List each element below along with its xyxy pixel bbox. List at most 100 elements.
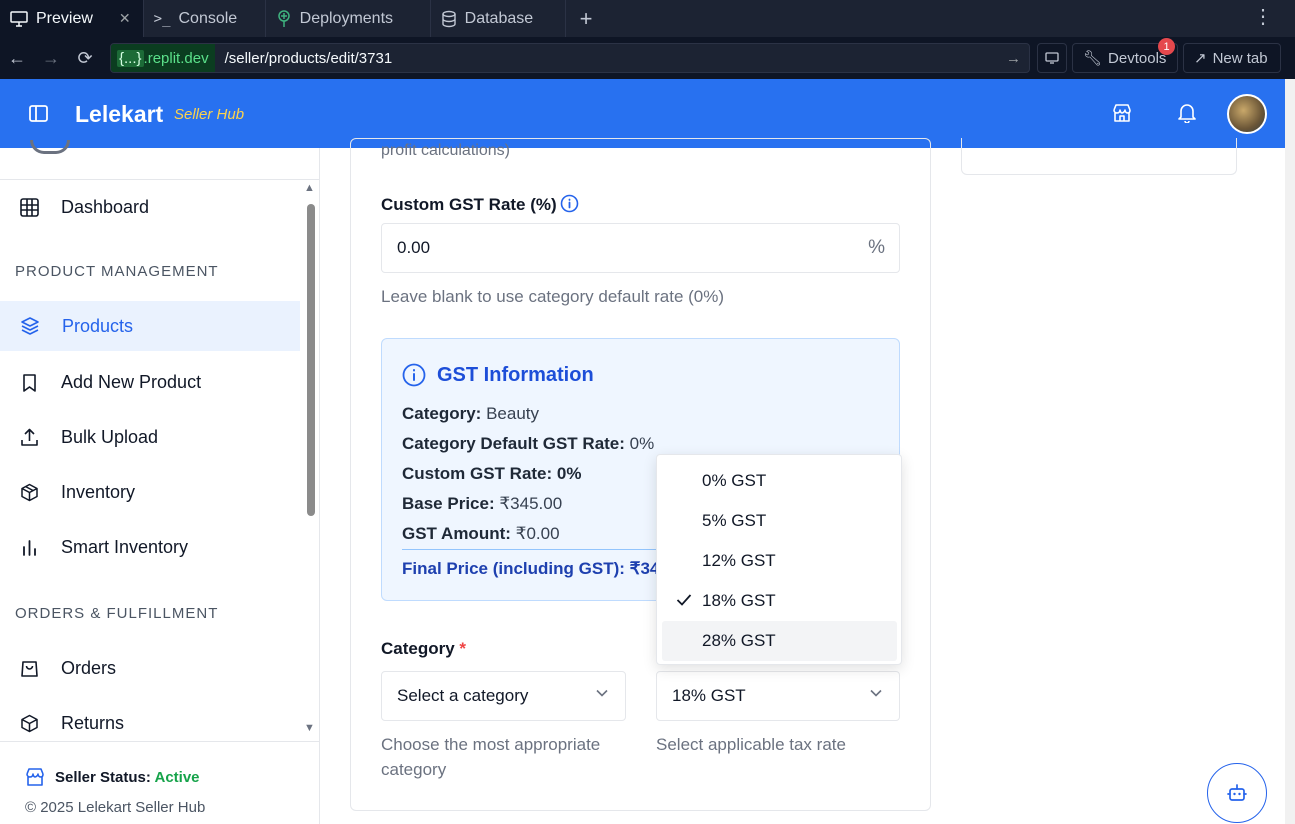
tab-deployments[interactable]: Deployments	[266, 0, 431, 37]
bot-icon	[1227, 784, 1247, 801]
returns-package-icon	[21, 714, 38, 732]
tab-console[interactable]: >_ Console	[144, 0, 266, 37]
gst-row-value: ₹0.00	[515, 524, 560, 543]
custom-gst-value: 0.00	[397, 238, 431, 257]
sidebar-footer-divider	[0, 741, 319, 742]
sidebar-item-label: Dashboard	[61, 196, 150, 217]
gst-row-default-rate: Category Default GST Rate: 0%	[402, 434, 654, 454]
tax-option-18[interactable]: 18% GST	[662, 581, 897, 621]
sidebar-item-label: Bulk Upload	[61, 426, 159, 447]
devtools-label: Devtools	[1108, 49, 1167, 67]
scroll-up-icon[interactable]: ▲	[304, 182, 315, 194]
gst-row-base-price: Base Price: ₹345.00	[402, 494, 562, 514]
screen-button[interactable]	[1037, 43, 1067, 73]
sidebar-item-orders[interactable]: Orders	[0, 643, 300, 693]
category-select[interactable]: Select a category	[381, 671, 626, 721]
brand-subtitle: Seller Hub	[174, 106, 245, 123]
database-icon	[441, 10, 456, 27]
tab-database[interactable]: Database	[431, 0, 566, 37]
layers-icon	[21, 317, 39, 335]
sidebar-item-bulk-upload[interactable]: Bulk Upload	[0, 412, 300, 462]
custom-gst-label: Custom GST Rate (%)	[381, 195, 557, 214]
gst-row-custom-rate: Custom GST Rate: 0%	[402, 464, 582, 484]
terminal-icon: >_	[153, 10, 171, 27]
store-icon	[26, 768, 44, 786]
gst-row-label: Category Default GST Rate:	[402, 434, 625, 453]
gst-final-price: Final Price (including GST): ₹345	[402, 559, 669, 578]
section-heading: PRODUCT MANAGEMENT	[15, 263, 219, 280]
url-field[interactable]: {...} .replit.dev /seller/products/edit/3…	[110, 43, 1030, 73]
avatar[interactable]	[1227, 94, 1267, 134]
url-path: /seller/products/edit/3731	[224, 49, 393, 67]
side-card	[961, 138, 1237, 175]
tax-rate-select[interactable]: 18% GST	[656, 671, 900, 721]
new-tab-plus-icon[interactable]: +	[580, 6, 593, 32]
tab-label: Deployments	[299, 9, 394, 27]
status-label: Seller Status:	[55, 769, 151, 786]
category-select-value: Select a category	[397, 686, 529, 705]
tax-rate-dropdown: 0% GST 5% GST 12% GST 18% GST 28% GST	[656, 454, 902, 665]
custom-gst-input[interactable]: 0.00 %	[381, 223, 900, 273]
percent-suffix: %	[868, 237, 885, 258]
reload-icon[interactable]: ⟳	[68, 48, 102, 69]
go-arrow-icon[interactable]: →	[1006, 50, 1021, 67]
tax-option-5[interactable]: 5% GST	[662, 501, 897, 541]
scrollbar-thumb[interactable]	[307, 204, 315, 516]
sidebar-item-label: Smart Inventory	[61, 536, 189, 557]
option-label: 5% GST	[702, 511, 767, 530]
sidebar-item-dashboard[interactable]: Dashboard	[0, 182, 300, 232]
sidebar-item-products[interactable]: Products	[0, 301, 300, 351]
devtools-button[interactable]: 🔧︎ Devtools 1	[1072, 38, 1178, 73]
sidebar-item-label: Add New Product	[61, 371, 202, 392]
check-icon	[676, 594, 692, 606]
gst-info-title: GST Information	[437, 364, 594, 386]
bell-icon[interactable]	[1178, 103, 1196, 123]
status-badge: Active	[154, 769, 200, 786]
gst-row-label: Custom GST Rate:	[402, 464, 553, 483]
tax-option-28[interactable]: 28% GST	[662, 621, 897, 661]
scroll-down-icon[interactable]: ▼	[304, 722, 315, 734]
category-help: Choose the most appropriate category	[381, 735, 601, 779]
category-label-text: Category	[381, 639, 455, 658]
tax-option-12[interactable]: 12% GST	[662, 541, 897, 581]
screen-icon	[1045, 52, 1059, 64]
package-icon	[21, 483, 38, 501]
store-icon[interactable]	[1112, 103, 1132, 123]
sidebar-scrollbar[interactable]: ▲ ▼	[303, 182, 317, 736]
partial-help-text: profit calculations)	[381, 142, 510, 159]
page-scrollbar[interactable]	[1285, 79, 1295, 824]
option-label: 0% GST	[702, 471, 767, 490]
forward-icon[interactable]: →	[34, 48, 68, 69]
new-tab-button[interactable]: ↗ New tab	[1183, 43, 1281, 73]
sidebar: Dashboard PRODUCT MANAGEMENT Products Ad…	[0, 140, 320, 824]
close-icon[interactable]: ✕	[119, 10, 131, 27]
gst-row-value: Beauty	[486, 404, 540, 423]
sidebar-item-smart-inventory[interactable]: Smart Inventory	[0, 522, 300, 572]
sidebar-item-add-new-product[interactable]: Add New Product	[0, 357, 300, 407]
shopping-bag-icon	[21, 660, 38, 677]
gst-row-label: GST Amount:	[402, 524, 511, 543]
new-tab-label: New tab	[1212, 49, 1268, 67]
url-domain-text: .replit.dev	[143, 49, 209, 67]
brand-name[interactable]: Lelekart	[75, 101, 163, 128]
info-icon[interactable]	[560, 194, 579, 213]
grid-icon	[20, 197, 39, 217]
seller-status: Seller Status: Active	[25, 768, 200, 787]
tab-preview[interactable]: Preview ✕	[0, 0, 144, 37]
tax-option-0[interactable]: 0% GST	[662, 461, 897, 501]
back-icon[interactable]: ←	[0, 48, 34, 69]
more-options-icon[interactable]: ⋮	[1253, 7, 1273, 27]
gst-row-value: 0%	[556, 464, 582, 483]
category-label: Category *	[381, 639, 466, 659]
url-domain: {...} .replit.dev	[111, 44, 215, 72]
tax-rate-select-value: 18% GST	[672, 686, 746, 705]
wrench-icon: 🔧︎	[1083, 50, 1103, 67]
gst-row-label: Category:	[402, 404, 482, 423]
url-domain-prefix: {...}	[117, 49, 144, 67]
address-bar: ← → ⟳ {...} .replit.dev /seller/products/…	[0, 37, 1295, 79]
sidebar-item-label: Products	[62, 315, 134, 336]
sidebar-toggle-icon[interactable]	[29, 105, 48, 122]
sidebar-item-inventory[interactable]: Inventory	[0, 467, 300, 517]
chatbot-button[interactable]	[1207, 763, 1267, 823]
option-label: 18% GST	[702, 591, 776, 610]
